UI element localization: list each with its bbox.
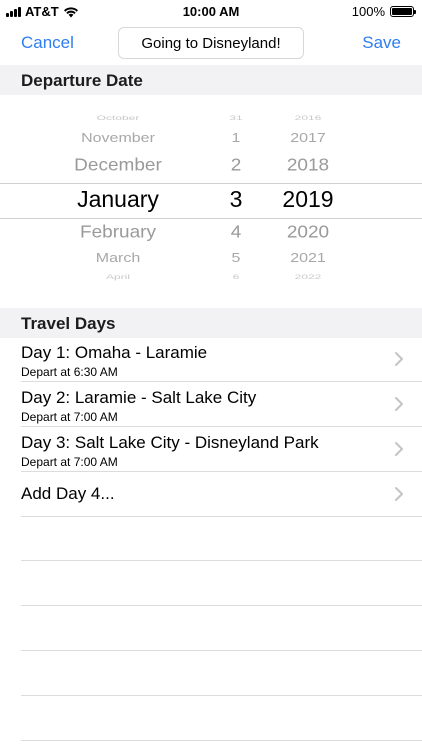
section-header-travel-days: Travel Days [0, 308, 422, 338]
empty-row-separator [21, 560, 422, 561]
picker-day: 5 [231, 251, 241, 266]
departure-date-heading: Departure Date [21, 71, 143, 90]
picker-month: February [79, 222, 157, 243]
cancel-button[interactable]: Cancel [21, 33, 74, 53]
section-header-departure: Departure Date [0, 65, 422, 95]
status-right: 100% [351, 4, 416, 19]
picker-month: October [96, 114, 140, 122]
picker-row[interactable]: April 6 2022 [0, 270, 422, 300]
picker-row[interactable]: February 4 2020 [0, 222, 422, 252]
picker-day: 1 [231, 131, 241, 146]
picker-year: 2022 [294, 273, 322, 281]
picker-year: 2021 [290, 251, 326, 266]
picker-year: 2017 [290, 131, 326, 146]
empty-row-separator [21, 605, 422, 606]
picker-month: April [105, 273, 130, 281]
battery-icon [390, 6, 416, 17]
add-day-label: Add Day 4... [21, 484, 115, 503]
travel-day-subtitle: Depart at 7:00 AM [21, 455, 118, 469]
travel-days-heading: Travel Days [21, 314, 116, 333]
picker-row-selected[interactable]: January 3 2019 [0, 186, 422, 216]
picker-year: 2020 [286, 222, 330, 243]
picker-day: 4 [230, 222, 242, 243]
picker-day: 2 [230, 155, 242, 176]
empty-row-separator [21, 695, 422, 696]
picker-year: 2019 [282, 186, 334, 212]
battery-percent: 100% [351, 4, 385, 19]
chevron-right-icon [395, 397, 403, 411]
navigation-bar: Cancel Save [0, 24, 422, 64]
picker-month: December [74, 155, 162, 176]
chevron-right-icon [395, 442, 403, 456]
picker-row[interactable]: December 2 2018 [0, 155, 422, 185]
empty-row-separator [21, 740, 422, 741]
picker-year: 2016 [294, 114, 322, 122]
travel-day-title: Day 1: Omaha - Laramie [21, 343, 208, 362]
row-separator [21, 516, 422, 517]
travel-day-item-1[interactable]: Day 1: Omaha - Laramie Depart at 6:30 AM [0, 337, 422, 382]
travel-day-subtitle: Depart at 6:30 AM [21, 365, 118, 379]
picker-day: 3 [229, 186, 243, 212]
chevron-right-icon [395, 352, 403, 366]
picker-month: March [95, 251, 141, 266]
battery-level [392, 8, 412, 15]
trip-title-field[interactable] [118, 27, 304, 59]
travel-day-item-3[interactable]: Day 3: Salt Lake City - Disneyland Park … [0, 427, 422, 472]
empty-row-separator [21, 650, 422, 651]
travel-day-subtitle: Depart at 7:00 AM [21, 410, 118, 424]
chevron-right-icon [395, 487, 403, 501]
date-picker[interactable]: October 31 2016 November 1 2017 December 2 2018 J… [0, 95, 422, 307]
save-button[interactable]: Save [362, 33, 401, 53]
picker-year: 2018 [286, 155, 330, 176]
travel-day-item-2[interactable]: Day 2: Laramie - Salt Lake City Depart a… [0, 382, 422, 427]
travel-day-title: Day 3: Salt Lake City - Disneyland Park [21, 433, 319, 452]
picker-month: January [77, 186, 159, 212]
picker-day: 31 [229, 114, 243, 122]
status-bar: AT&T 10:00 AM 100% [0, 0, 422, 24]
picker-day: 6 [232, 273, 240, 281]
add-day-item[interactable]: Add Day 4... [0, 472, 422, 517]
picker-selection-bottom-line [0, 218, 422, 219]
travel-day-title: Day 2: Laramie - Salt Lake City [21, 388, 257, 407]
picker-month: November [81, 131, 155, 146]
